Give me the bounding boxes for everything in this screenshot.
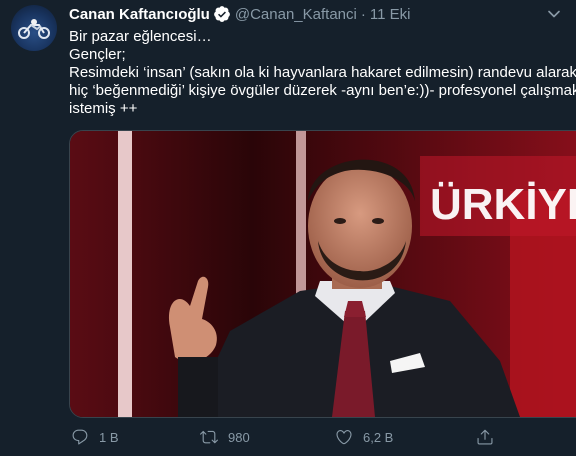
tweet-text-line: Bir pazar eğlencesi…	[69, 28, 212, 45]
share-icon	[477, 429, 493, 445]
verified-badge-icon	[213, 6, 230, 22]
reply-button[interactable]: 1 B	[71, 428, 119, 446]
tweet-text-line: istemiş ++	[69, 100, 138, 117]
author-name[interactable]: Canan Kaftancıoğlu	[69, 6, 210, 23]
tweet-media-image[interactable]: ÜRKİYE	[69, 130, 576, 418]
reply-icon	[72, 429, 88, 445]
tweet-date[interactable]: 11 Eki	[370, 6, 411, 23]
tweet-text: Bir pazar eğlencesi… Gençler; Resimdeki …	[69, 28, 576, 118]
heart-icon	[336, 430, 352, 445]
reply-count: 1 B	[99, 429, 119, 445]
like-count: 6,2 B	[363, 429, 394, 445]
retweet-count: 980	[228, 429, 250, 445]
header-separator: ·	[360, 5, 366, 23]
motorcycle-avatar-image	[18, 19, 50, 39]
media-overlay-text: ÜRKİYE	[430, 180, 576, 229]
tweet-text-line: Gençler;	[69, 46, 126, 63]
tweet-text-line: Resimdeki ‘insan’ (sakın ola ki hayvanla…	[69, 64, 576, 81]
retweet-icon	[200, 430, 218, 444]
like-button[interactable]: 6,2 B	[335, 428, 393, 446]
retweet-button[interactable]: 980	[200, 428, 250, 446]
tv-studio-photo: ÜRKİYE	[70, 131, 576, 417]
tweet-text-line: hiç ‘beğenmediği’ kişiye övgüler düzerek…	[69, 82, 576, 99]
author-handle[interactable]: @Canan_Kaftanci	[235, 6, 357, 23]
avatar[interactable]	[11, 5, 57, 51]
chevron-down-icon[interactable]	[544, 4, 564, 24]
tweet-card[interactable]: Canan Kaftancıoğlu @Canan_Kaftanci · 11 …	[0, 0, 576, 456]
tweet-header: Canan Kaftancıoğlu @Canan_Kaftanci · 11 …	[69, 4, 410, 24]
share-button[interactable]	[476, 428, 494, 446]
tweet-actions: 1 B 980 6,2 B	[69, 426, 509, 448]
